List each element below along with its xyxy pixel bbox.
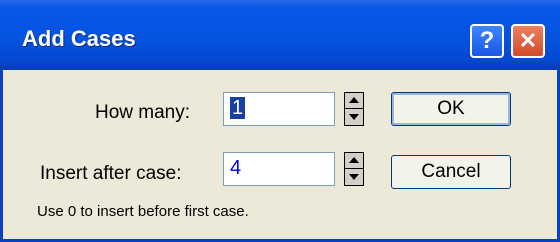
help-button[interactable]: ? xyxy=(470,24,504,58)
how-many-field[interactable]: 1 xyxy=(223,92,335,126)
how-many-label: How many: xyxy=(95,102,191,123)
dialog-title: Add Cases xyxy=(22,26,136,51)
insert-after-label: Insert after case: xyxy=(40,163,182,184)
spinner-up-button[interactable] xyxy=(345,93,363,109)
arrow-up-icon xyxy=(349,97,359,103)
ok-button[interactable]: OK xyxy=(391,92,511,126)
close-icon: ✕ xyxy=(518,28,538,53)
insert-after-spinner[interactable] xyxy=(344,152,364,186)
arrow-up-icon xyxy=(349,157,359,163)
insert-after-value[interactable]: 4 xyxy=(230,157,241,180)
arrow-down-icon xyxy=(349,114,359,120)
close-button[interactable]: ✕ xyxy=(511,24,545,58)
hint-text: Use 0 to insert before first case. xyxy=(37,203,249,220)
spinner-down-button[interactable] xyxy=(345,109,363,125)
arrow-down-icon xyxy=(349,174,359,180)
title-bar[interactable]: Add Cases ? ✕ xyxy=(0,0,560,70)
cancel-button[interactable]: Cancel xyxy=(391,155,511,189)
spinner-down-button[interactable] xyxy=(345,169,363,185)
insert-after-field[interactable]: 4 xyxy=(223,152,335,186)
spinner-up-button[interactable] xyxy=(345,153,363,169)
how-many-spinner[interactable] xyxy=(344,92,364,126)
how-many-value[interactable]: 1 xyxy=(230,97,246,119)
add-cases-dialog: Add Cases ? ✕ How many: 1 Insert after c… xyxy=(0,0,560,242)
dialog-body: How many: 1 Insert after case: 4 OK Canc… xyxy=(3,70,557,239)
question-mark-icon: ? xyxy=(479,27,495,54)
